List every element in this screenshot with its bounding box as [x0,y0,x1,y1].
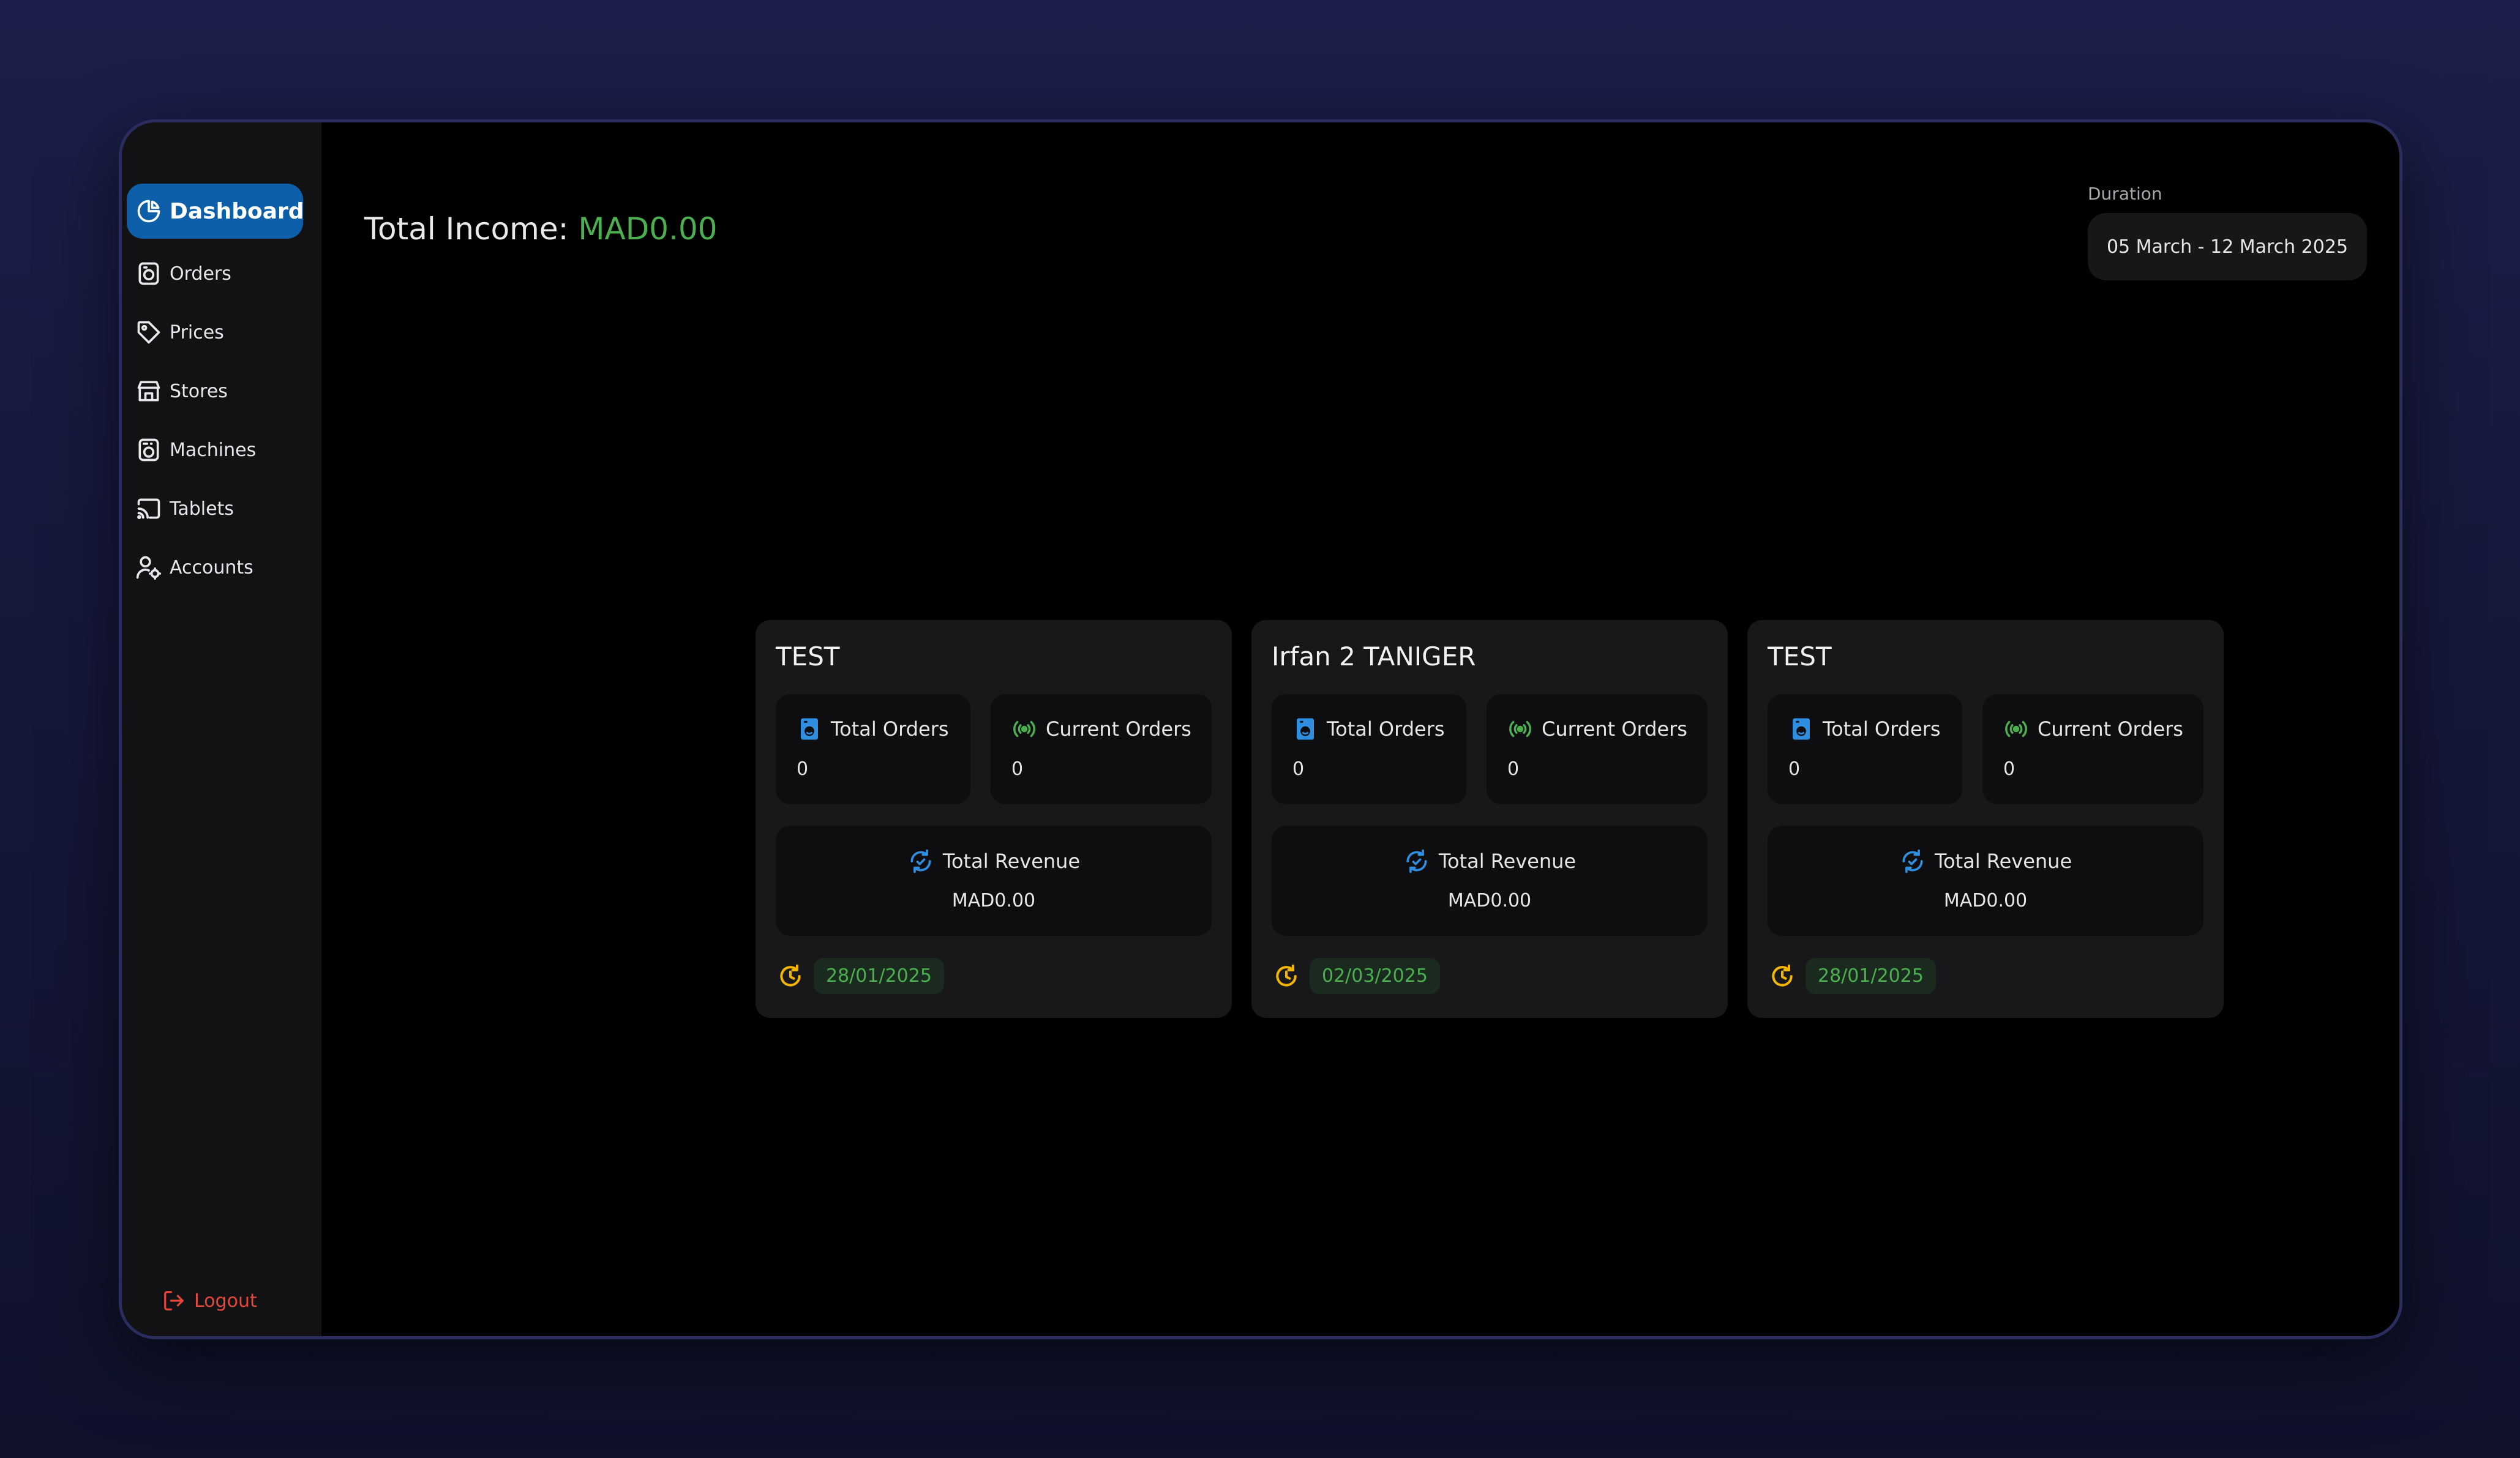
total-orders-label: Total Orders [1823,717,1941,741]
duration-label: Duration [2088,184,2162,204]
total-income-value: MAD0.00 [578,211,718,247]
user-settings-icon [136,556,162,580]
total-orders-label: Total Orders [831,717,949,741]
sidebar: Dashboard Orders Prices Stores Machines … [122,122,321,1336]
sidebar-item-accounts[interactable]: Accounts [127,540,303,595]
cast-icon [137,498,160,520]
store-card[interactable]: TEST Total Orders 0 Current Orders 0 Tot… [1747,620,2224,1018]
store-name: Irfan 2 TANIGER [1272,641,1476,671]
revenue-refresh-icon [910,849,931,873]
broadcast-icon [1509,720,1531,738]
logout-button[interactable]: Logout [162,1289,257,1312]
store-date-badge: 28/01/2025 [1806,958,1936,994]
sidebar-item-label: Accounts [170,556,253,578]
total-orders-stat: Total Orders 0 [1272,694,1466,804]
total-revenue-label: Total Revenue [1934,850,2072,873]
revenue-refresh-icon [1902,849,1923,873]
total-income-label: Total Income: [364,211,569,247]
current-orders-value: 0 [1507,758,1520,780]
sidebar-item-dashboard[interactable]: Dashboard [127,184,304,239]
current-orders-label: Current Orders [2038,717,2183,741]
clock-history-icon [1772,964,1793,986]
washing-machine-icon [138,438,159,462]
main-content: Total Income: MAD0.00 Duration 05 March … [321,122,2399,1336]
store-date-badge: 28/01/2025 [814,958,944,994]
dashboard-pie-icon [137,200,160,223]
total-revenue-label: Total Revenue [1438,850,1577,873]
total-revenue-stat: Total Revenue MAD0.00 [1272,826,1708,936]
total-revenue-value: MAD0.00 [951,890,1036,911]
sidebar-item-orders[interactable]: Orders [127,246,303,301]
current-orders-stat: Current Orders 0 [1982,694,2203,804]
clock-history-icon [1276,964,1297,986]
duration-picker[interactable]: 05 March - 12 March 2025 [2088,213,2367,280]
total-revenue-value: MAD0.00 [1447,890,1532,911]
sidebar-item-label: Dashboard [170,198,304,224]
total-revenue-stat: Total Revenue MAD0.00 [776,826,1212,936]
sidebar-item-label: Tablets [170,498,234,520]
total-orders-stat: Total Orders 0 [776,694,970,804]
revenue-refresh-icon [1406,849,1427,873]
total-orders-value: 0 [1292,758,1305,780]
sidebar-item-label: Prices [170,321,224,343]
current-orders-value: 0 [2003,758,2016,780]
duration-value: 05 March - 12 March 2025 [2106,236,2349,258]
sidebar-item-prices[interactable]: Prices [127,305,303,360]
sidebar-item-stores[interactable]: Stores [127,364,303,419]
current-orders-label: Current Orders [1046,717,1191,741]
clock-history-icon [780,964,801,986]
total-orders-stat: Total Orders 0 [1768,694,1962,804]
total-income: Total Income: MAD0.00 [364,211,718,247]
current-orders-value: 0 [1011,758,1024,780]
store-icon [137,381,160,402]
store-card[interactable]: TEST Total Orders 0 Current Orders 0 Tot… [756,620,1232,1018]
total-revenue-value: MAD0.00 [1943,890,2028,911]
current-orders-label: Current Orders [1542,717,1687,741]
current-orders-stat: Current Orders 0 [991,694,1212,804]
store-name: TEST [776,641,840,671]
logout-icon [164,1291,184,1310]
total-orders-value: 0 [797,758,809,780]
washing-machine-icon [1297,718,1314,740]
orders-icon [138,262,159,285]
washing-machine-icon [801,718,818,740]
sidebar-item-label: Orders [170,263,231,285]
total-revenue-stat: Total Revenue MAD0.00 [1768,826,2203,936]
store-name: TEST [1768,641,1832,671]
sidebar-item-label: Machines [170,439,257,461]
sidebar-item-label: Stores [170,380,228,402]
broadcast-icon [2005,720,2027,738]
store-date-badge: 02/03/2025 [1310,958,1440,994]
sidebar-item-machines[interactable]: Machines [127,422,303,477]
sidebar-item-tablets[interactable]: Tablets [127,481,303,536]
current-orders-stat: Current Orders 0 [1487,694,1708,804]
store-card[interactable]: Irfan 2 TANIGER Total Orders 0 Current O… [1251,620,1728,1018]
logout-label: Logout [194,1290,257,1312]
washing-machine-icon [1793,718,1810,740]
total-orders-value: 0 [1788,758,1801,780]
broadcast-icon [1013,720,1035,738]
total-orders-label: Total Orders [1327,717,1445,741]
price-tag-icon [137,321,160,344]
app-window: Dashboard Orders Prices Stores Machines … [119,119,2402,1339]
total-revenue-label: Total Revenue [942,850,1081,873]
